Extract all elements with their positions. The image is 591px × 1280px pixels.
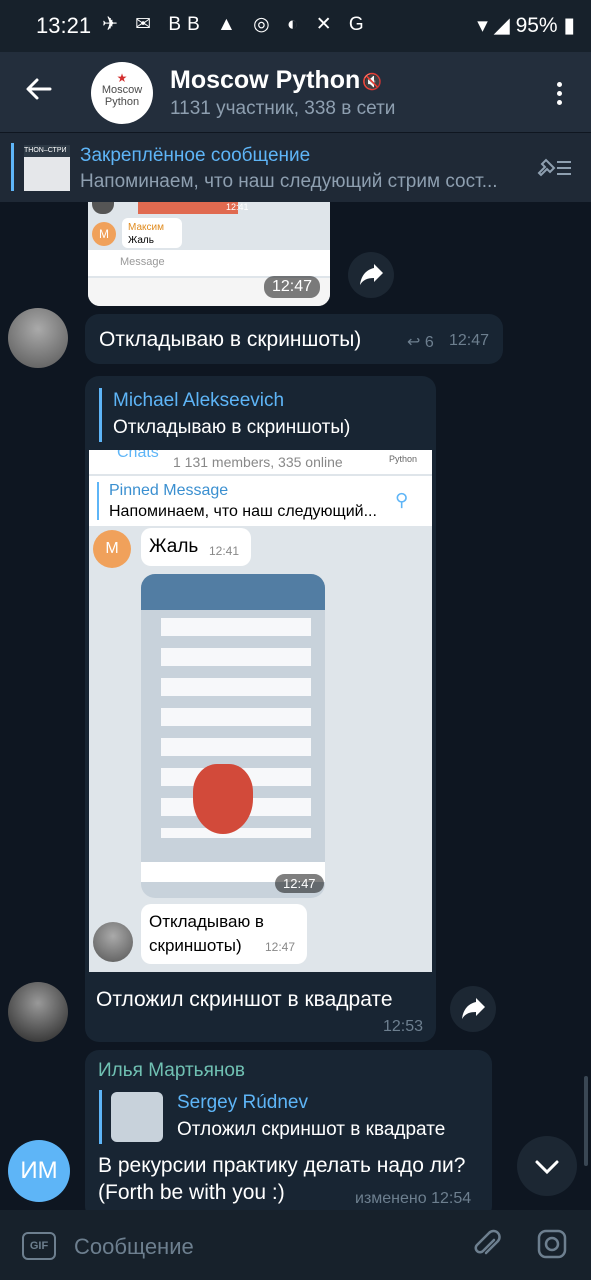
pinned-title: Закреплённое сообщение (80, 145, 311, 166)
camera-icon[interactable] (536, 1228, 568, 1260)
shot-avatar-m: М (93, 530, 131, 568)
chat-area[interactable]: 12:41 М Максим Жаль Message 12:47 Отклад… (0, 202, 591, 1210)
shot-text: Жаль (149, 536, 199, 557)
message-text: Отложил скриншот в квадрате (96, 988, 393, 1011)
battery-icon: ▮ (563, 14, 575, 37)
message-time: 12:53 (383, 1018, 424, 1035)
shot-pinned-bar (97, 482, 99, 520)
message-text: Откладываю в скриншоты) (99, 328, 362, 351)
screenshot-image-2[interactable]: Chats 1 131 members, 335 online Python P… (89, 450, 432, 972)
sender-avatar[interactable] (8, 982, 68, 1042)
status-bar: 13:21 ✈ ✉ ВВ ▲ ◎ ◐ ✕ G ▾ ◢ 95% ▮ (0, 0, 591, 52)
message-input[interactable]: Сообщение (74, 1234, 194, 1260)
pinned-list-icon[interactable] (535, 153, 573, 181)
message-time: 12:47 (264, 276, 321, 298)
chat-subtitle: 1131 участник, 338 в сети (170, 98, 396, 119)
scrollbar[interactable] (584, 1076, 588, 1166)
nested-time: 12:47 (275, 874, 324, 893)
message-bubble[interactable]: Откладываю в скриншоты) ↩ 6 12:47 (85, 314, 503, 364)
message-bubble[interactable]: Michael Alekseevich Откладываю в скриншо… (85, 376, 436, 1042)
reply-name[interactable]: Michael Alekseevich (113, 390, 284, 412)
chevron-down-icon (535, 1160, 559, 1175)
shot-time-small: 12:41 (226, 202, 249, 212)
shot-pin-icon: ⚲ (395, 490, 409, 510)
shot-avatar-small (92, 202, 114, 214)
nested-header (141, 574, 325, 610)
sender-name[interactable]: Илья Мартьянов (98, 1060, 245, 1082)
reply-arrow-icon: ↩ (407, 334, 425, 351)
share-button[interactable] (450, 986, 496, 1032)
message-input-bar: GIF Сообщение (0, 1210, 591, 1280)
shot-pinned-title: Pinned Message (109, 482, 229, 499)
shot-reply-avatar (93, 922, 133, 962)
shot-members: 1 131 members, 335 online (173, 454, 343, 470)
chat-header: ★ Moscow Python Moscow Python 🔇 1131 уча… (0, 52, 591, 132)
shot-pinned-text: Напоминаем, что наш следующий... (109, 503, 377, 520)
signal-icon: ▾ ◢ (477, 14, 516, 37)
nested-sticker (193, 764, 253, 834)
star-icon: ★ (116, 71, 128, 85)
gif-button[interactable]: GIF (22, 1232, 56, 1260)
reply-text: Откладываю в скриншоты) (113, 417, 351, 438)
reply-indicator (99, 1090, 102, 1144)
avatar-line1: Moscow (101, 84, 143, 96)
status-battery: ▾ ◢ 95% ▮ (477, 13, 575, 38)
message-bubble[interactable]: Илья Мартьянов Sergey Rúdnev Отложил скр… (85, 1050, 492, 1210)
scroll-down-button[interactable] (517, 1136, 577, 1196)
message-time: 12:47 (449, 332, 490, 349)
share-arrow-icon (462, 998, 485, 1019)
share-button[interactable] (348, 252, 394, 298)
shot-avatar: Python (389, 454, 418, 464)
reply-name[interactable]: Sergey Rúdnev (177, 1092, 308, 1114)
pinned-message-bar[interactable]: THON–СТРИ Закреплённое сообщение Напомин… (0, 132, 591, 203)
chat-title[interactable]: Moscow Python (170, 66, 360, 95)
sender-avatar[interactable]: ИМ (8, 1140, 70, 1202)
sender-avatar[interactable] (8, 308, 68, 368)
shot-sticker (138, 202, 238, 214)
status-time: 13:21 (36, 13, 92, 38)
shot-time: 12:41 (209, 544, 240, 558)
share-arrow-icon (360, 264, 383, 285)
reply-thumbnail (111, 1092, 163, 1142)
pinned-thumbnail: THON–СТРИ (24, 145, 70, 191)
muted-icon: 🔇 (362, 74, 382, 91)
pinned-indicator (11, 143, 14, 191)
battery-percent: 95% (515, 14, 558, 37)
reply-text: Отложил скриншот в квадрате (177, 1119, 446, 1140)
nested-screenshot: 12:47 (141, 574, 325, 898)
shot-avatar-m: М (92, 222, 116, 246)
pinned-text: Напоминаем, что наш следующий стрим сост… (80, 171, 498, 192)
reply-indicator (99, 388, 102, 442)
screenshot-image-1[interactable]: 12:41 М Максим Жаль Message 12:47 (88, 202, 330, 306)
shot-name: Максим (128, 222, 164, 233)
shot-back-label: Chats (117, 450, 159, 461)
status-notification-icons: ✈ ✉ ВВ ▲ ◎ ◐ ✕ G (102, 14, 370, 35)
back-arrow-icon[interactable] (24, 74, 54, 104)
message-time: изменено 12:54 (355, 1190, 472, 1207)
shot-text: Жаль (128, 235, 154, 246)
shot-reply-time: 12:47 (265, 940, 296, 954)
shot-reply-text: Откладываю в скриншоты) (149, 912, 264, 955)
attach-icon[interactable] (470, 1228, 504, 1262)
shot-input-text: Message (120, 256, 165, 268)
more-menu-icon[interactable] (557, 82, 563, 109)
avatar-line2: Python (104, 96, 140, 108)
group-avatar[interactable]: ★ Moscow Python (91, 62, 153, 124)
reply-count[interactable]: ↩ 6 (407, 332, 434, 352)
